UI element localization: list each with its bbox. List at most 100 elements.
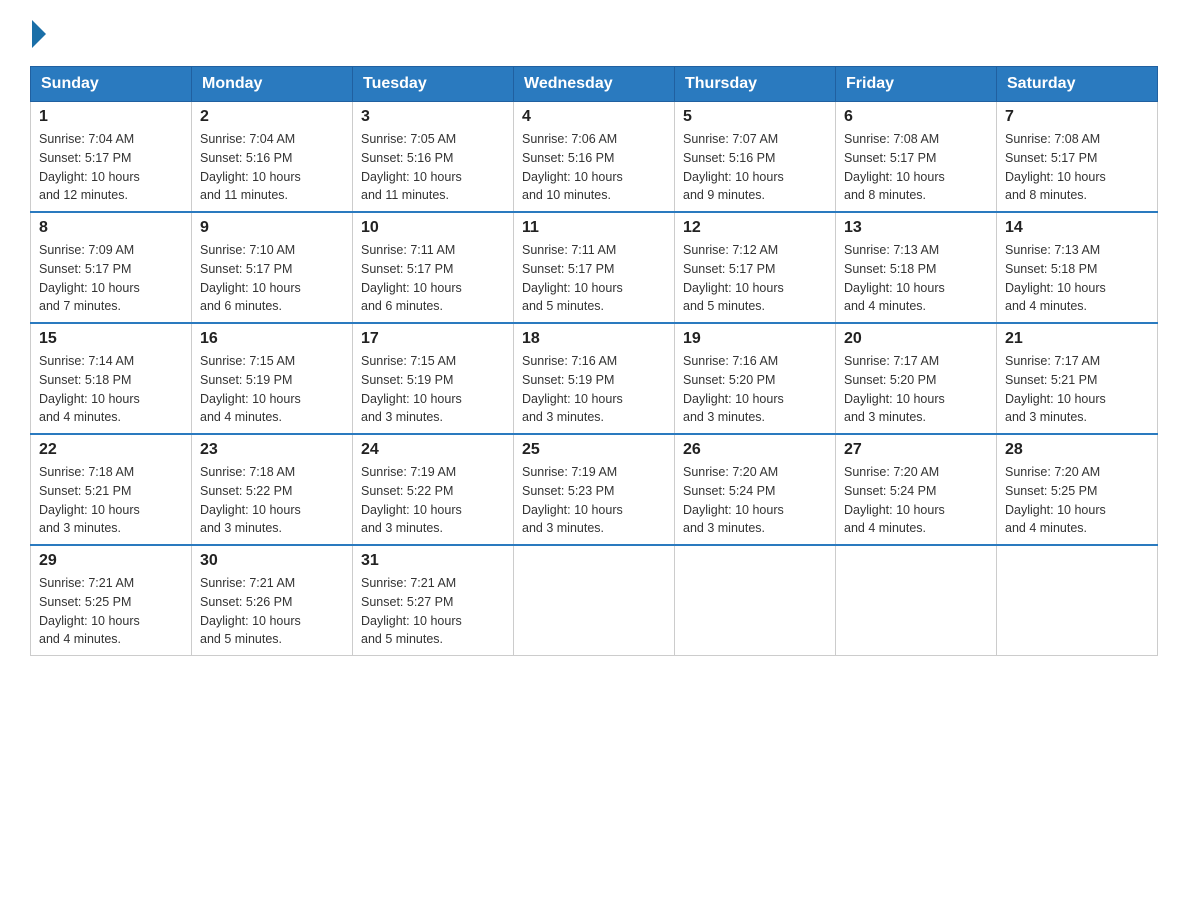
calendar-cell: 8 Sunrise: 7:09 AMSunset: 5:17 PMDaylight…	[31, 212, 192, 323]
day-info: Sunrise: 7:05 AMSunset: 5:16 PMDaylight:…	[361, 132, 462, 202]
calendar-cell: 1Sunrise: 7:04 AMSunset: 5:17 PMDaylight…	[31, 102, 192, 213]
col-header-friday: Friday	[836, 67, 997, 102]
calendar-cell: 12 Sunrise: 7:12 AMSunset: 5:17 PMDayligh…	[675, 212, 836, 323]
day-info: Sunrise: 7:13 AMSunset: 5:18 PMDaylight:…	[1005, 243, 1106, 313]
day-info: Sunrise: 7:21 AMSunset: 5:27 PMDaylight:…	[361, 576, 462, 646]
day-info: Sunrise: 7:19 AMSunset: 5:22 PMDaylight:…	[361, 465, 462, 535]
calendar-cell: 23 Sunrise: 7:18 AMSunset: 5:22 PMDayligh…	[192, 434, 353, 545]
day-info: Sunrise: 7:18 AMSunset: 5:22 PMDaylight:…	[200, 465, 301, 535]
day-number: 13	[844, 219, 988, 237]
calendar-cell: 27Sunrise: 7:20 AMSunset: 5:24 PMDayligh…	[836, 434, 997, 545]
col-header-tuesday: Tuesday	[353, 67, 514, 102]
day-info: Sunrise: 7:17 AMSunset: 5:20 PMDaylight:…	[844, 354, 945, 424]
day-info: Sunrise: 7:14 AMSunset: 5:18 PMDaylight:…	[39, 354, 140, 424]
calendar-cell: 26 Sunrise: 7:20 AMSunset: 5:24 PMDayligh…	[675, 434, 836, 545]
calendar-cell: 25 Sunrise: 7:19 AMSunset: 5:23 PMDayligh…	[514, 434, 675, 545]
day-number: 22	[39, 441, 183, 459]
calendar-cell: 30 Sunrise: 7:21 AMSunset: 5:26 PMDayligh…	[192, 545, 353, 656]
day-number: 10	[361, 219, 505, 237]
calendar-week-5: 29Sunrise: 7:21 AMSunset: 5:25 PMDayligh…	[31, 545, 1158, 656]
day-number: 12	[683, 219, 827, 237]
calendar-cell: 22 Sunrise: 7:18 AMSunset: 5:21 PMDayligh…	[31, 434, 192, 545]
calendar-week-2: 8 Sunrise: 7:09 AMSunset: 5:17 PMDaylight…	[31, 212, 1158, 323]
calendar-cell: 6 Sunrise: 7:08 AMSunset: 5:17 PMDaylight…	[836, 102, 997, 213]
day-info: Sunrise: 7:11 AMSunset: 5:17 PMDaylight:…	[361, 243, 462, 313]
day-info: Sunrise: 7:12 AMSunset: 5:17 PMDaylight:…	[683, 243, 784, 313]
day-number: 17	[361, 330, 505, 348]
calendar-table: SundayMondayTuesdayWednesdayThursdayFrid…	[30, 66, 1158, 656]
day-number: 16	[200, 330, 344, 348]
day-info: Sunrise: 7:19 AMSunset: 5:23 PMDaylight:…	[522, 465, 623, 535]
calendar-cell	[997, 545, 1158, 656]
day-info: Sunrise: 7:15 AMSunset: 5:19 PMDaylight:…	[361, 354, 462, 424]
day-number: 30	[200, 552, 344, 570]
day-number: 18	[522, 330, 666, 348]
header	[30, 20, 1158, 48]
day-info: Sunrise: 7:13 AMSunset: 5:18 PMDaylight:…	[844, 243, 945, 313]
day-info: Sunrise: 7:17 AMSunset: 5:21 PMDaylight:…	[1005, 354, 1106, 424]
day-number: 25	[522, 441, 666, 459]
day-number: 28	[1005, 441, 1149, 459]
calendar-cell: 9 Sunrise: 7:10 AMSunset: 5:17 PMDaylight…	[192, 212, 353, 323]
calendar-week-1: 1Sunrise: 7:04 AMSunset: 5:17 PMDaylight…	[31, 102, 1158, 213]
calendar-cell: 28Sunrise: 7:20 AMSunset: 5:25 PMDayligh…	[997, 434, 1158, 545]
calendar-cell: 19Sunrise: 7:16 AMSunset: 5:20 PMDayligh…	[675, 323, 836, 434]
calendar-cell: 16 Sunrise: 7:15 AMSunset: 5:19 PMDayligh…	[192, 323, 353, 434]
calendar-cell: 2Sunrise: 7:04 AMSunset: 5:16 PMDaylight…	[192, 102, 353, 213]
day-number: 15	[39, 330, 183, 348]
calendar-cell: 29Sunrise: 7:21 AMSunset: 5:25 PMDayligh…	[31, 545, 192, 656]
calendar-cell: 10 Sunrise: 7:11 AMSunset: 5:17 PMDayligh…	[353, 212, 514, 323]
day-number: 3	[361, 108, 505, 126]
col-header-sunday: Sunday	[31, 67, 192, 102]
day-info: Sunrise: 7:20 AMSunset: 5:24 PMDaylight:…	[683, 465, 784, 535]
calendar-cell: 31 Sunrise: 7:21 AMSunset: 5:27 PMDayligh…	[353, 545, 514, 656]
calendar-cell	[675, 545, 836, 656]
day-number: 24	[361, 441, 505, 459]
day-number: 23	[200, 441, 344, 459]
day-info: Sunrise: 7:08 AMSunset: 5:17 PMDaylight:…	[844, 132, 945, 202]
calendar-cell: 13 Sunrise: 7:13 AMSunset: 5:18 PMDayligh…	[836, 212, 997, 323]
day-number: 21	[1005, 330, 1149, 348]
calendar-week-4: 22 Sunrise: 7:18 AMSunset: 5:21 PMDayligh…	[31, 434, 1158, 545]
calendar-cell: 18 Sunrise: 7:16 AMSunset: 5:19 PMDayligh…	[514, 323, 675, 434]
day-number: 2	[200, 108, 344, 126]
calendar-header-row: SundayMondayTuesdayWednesdayThursdayFrid…	[31, 67, 1158, 102]
day-number: 19	[683, 330, 827, 348]
day-number: 6	[844, 108, 988, 126]
day-number: 20	[844, 330, 988, 348]
day-info: Sunrise: 7:08 AMSunset: 5:17 PMDaylight:…	[1005, 132, 1106, 202]
calendar-cell	[836, 545, 997, 656]
calendar-week-3: 15 Sunrise: 7:14 AMSunset: 5:18 PMDayligh…	[31, 323, 1158, 434]
calendar-cell: 14 Sunrise: 7:13 AMSunset: 5:18 PMDayligh…	[997, 212, 1158, 323]
day-number: 31	[361, 552, 505, 570]
col-header-wednesday: Wednesday	[514, 67, 675, 102]
day-number: 1	[39, 108, 183, 126]
logo	[30, 20, 48, 48]
day-number: 7	[1005, 108, 1149, 126]
day-info: Sunrise: 7:21 AMSunset: 5:26 PMDaylight:…	[200, 576, 301, 646]
day-info: Sunrise: 7:16 AMSunset: 5:19 PMDaylight:…	[522, 354, 623, 424]
day-number: 9	[200, 219, 344, 237]
calendar-cell: 20 Sunrise: 7:17 AMSunset: 5:20 PMDayligh…	[836, 323, 997, 434]
day-info: Sunrise: 7:06 AMSunset: 5:16 PMDaylight:…	[522, 132, 623, 202]
day-number: 4	[522, 108, 666, 126]
calendar-cell: 11Sunrise: 7:11 AMSunset: 5:17 PMDayligh…	[514, 212, 675, 323]
day-number: 26	[683, 441, 827, 459]
day-info: Sunrise: 7:09 AMSunset: 5:17 PMDaylight:…	[39, 243, 140, 313]
calendar-cell: 24 Sunrise: 7:19 AMSunset: 5:22 PMDayligh…	[353, 434, 514, 545]
day-info: Sunrise: 7:15 AMSunset: 5:19 PMDaylight:…	[200, 354, 301, 424]
day-info: Sunrise: 7:07 AMSunset: 5:16 PMDaylight:…	[683, 132, 784, 202]
day-number: 14	[1005, 219, 1149, 237]
calendar-cell: 17 Sunrise: 7:15 AMSunset: 5:19 PMDayligh…	[353, 323, 514, 434]
day-info: Sunrise: 7:21 AMSunset: 5:25 PMDaylight:…	[39, 576, 140, 646]
day-info: Sunrise: 7:10 AMSunset: 5:17 PMDaylight:…	[200, 243, 301, 313]
calendar-cell: 3 Sunrise: 7:05 AMSunset: 5:16 PMDaylight…	[353, 102, 514, 213]
calendar-cell: 4 Sunrise: 7:06 AMSunset: 5:16 PMDaylight…	[514, 102, 675, 213]
calendar-cell	[514, 545, 675, 656]
day-number: 11	[522, 219, 666, 237]
calendar-cell: 7 Sunrise: 7:08 AMSunset: 5:17 PMDaylight…	[997, 102, 1158, 213]
day-info: Sunrise: 7:20 AMSunset: 5:24 PMDaylight:…	[844, 465, 945, 535]
day-info: Sunrise: 7:18 AMSunset: 5:21 PMDaylight:…	[39, 465, 140, 535]
day-number: 8	[39, 219, 183, 237]
calendar-cell: 21 Sunrise: 7:17 AMSunset: 5:21 PMDayligh…	[997, 323, 1158, 434]
